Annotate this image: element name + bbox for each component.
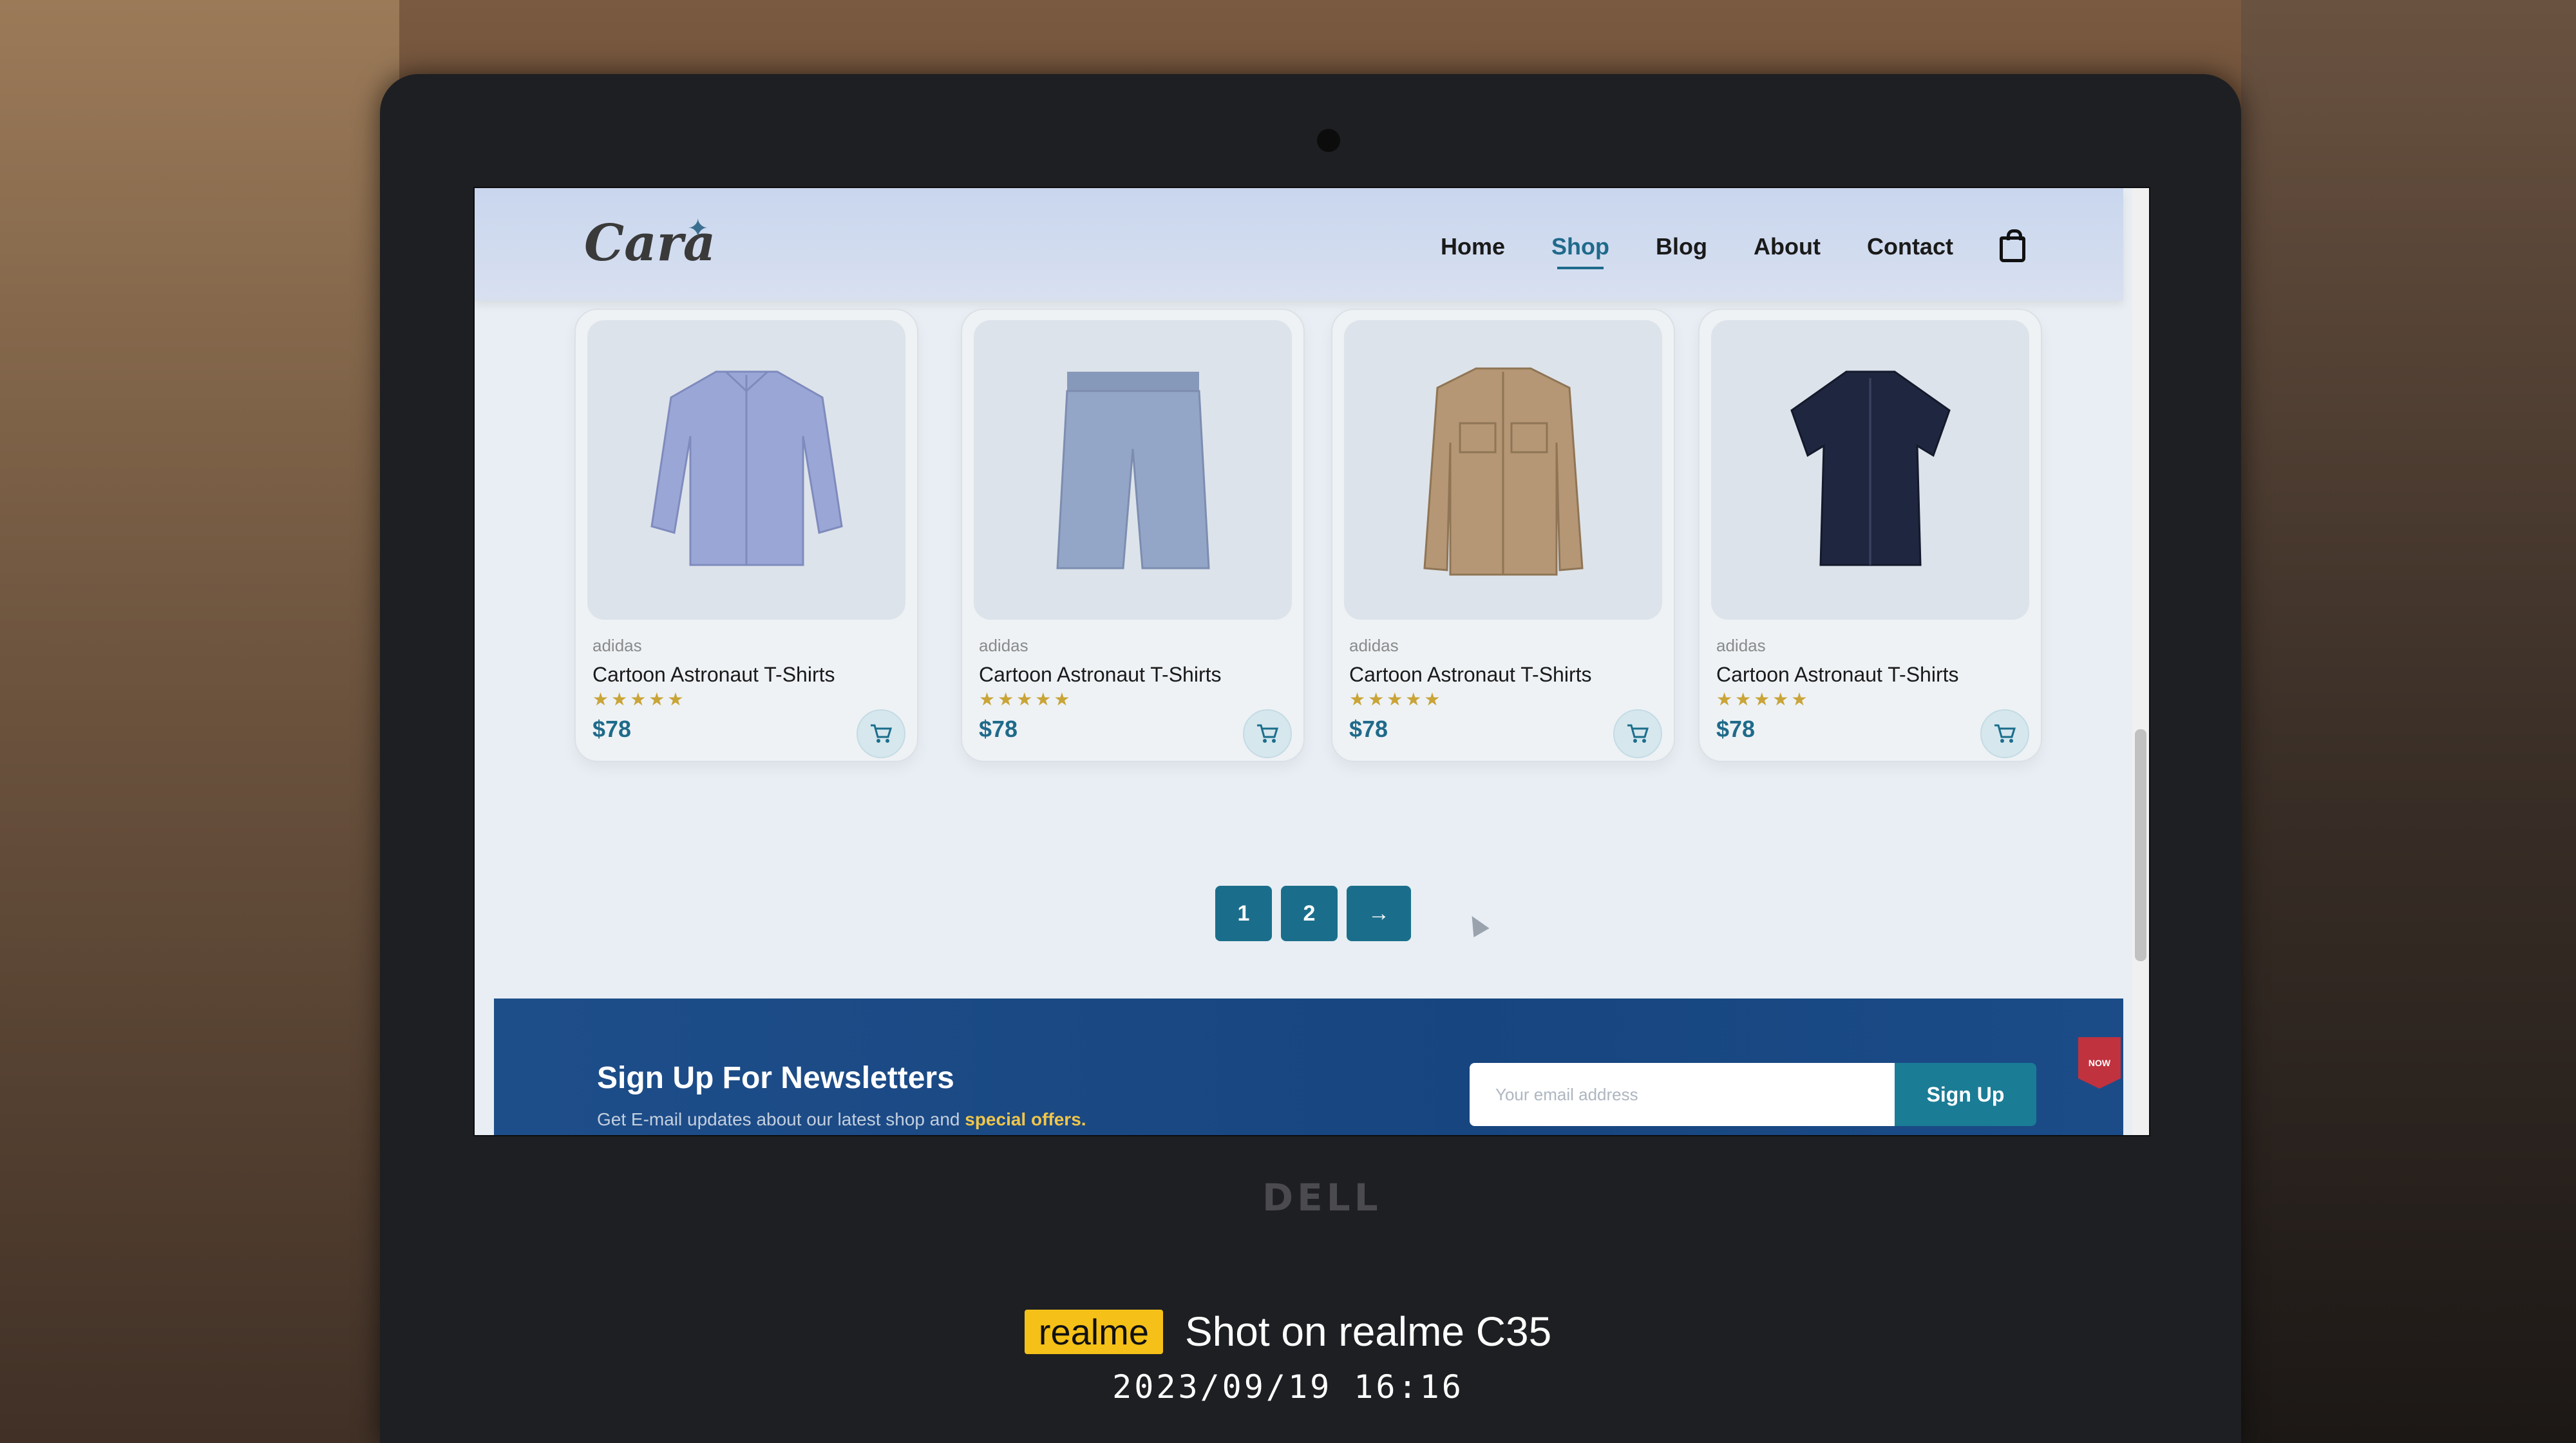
cart-icon xyxy=(1627,724,1649,743)
product-price: $78 xyxy=(592,716,632,742)
logo-leaf-icon: ✦ xyxy=(687,214,709,244)
watermark-text: Shot on realme C35 xyxy=(1184,1308,1552,1355)
newsletter-title: Sign Up For Newsletters xyxy=(597,1061,954,1095)
page-button-2[interactable]: 2 xyxy=(1281,886,1338,941)
cart-icon xyxy=(871,724,893,743)
main-nav: Home Shop Blog About Contact xyxy=(1441,229,2025,269)
dell-logo: DELL xyxy=(1262,1176,1382,1219)
watermark-brand: realme xyxy=(1024,1309,1163,1354)
camera-watermark: realme Shot on realme C35 2023/09/19 16:… xyxy=(0,1308,2576,1406)
product-image[interactable] xyxy=(1344,320,1662,620)
add-to-cart-button[interactable] xyxy=(1243,709,1292,758)
product-image[interactable] xyxy=(974,320,1292,620)
product-card[interactable]: adidas Cartoon Astronaut T-Shirts ★★★★★ … xyxy=(1698,309,2042,762)
webcam xyxy=(1317,129,1340,152)
add-to-cart-button[interactable] xyxy=(1613,709,1662,758)
watermark-datetime: 2023/09/19 16:16 xyxy=(1112,1368,1464,1406)
product-brand: adidas xyxy=(592,636,642,655)
product-brand: adidas xyxy=(1349,636,1399,655)
site-header: Cara ✦ Home Shop Blog About Contact xyxy=(475,188,2123,301)
product-brand: adidas xyxy=(979,636,1028,655)
laptop-bezel: Cara ✦ Home Shop Blog About Contact adid… xyxy=(380,74,2241,1443)
newsletter-subtitle: Get E-mail updates about our latest shop… xyxy=(597,1109,1086,1130)
product-rating-stars: ★★★★★ xyxy=(1349,689,1443,710)
subscribe-now-badge[interactable]: NOW xyxy=(2078,1037,2121,1089)
nav-contact[interactable]: Contact xyxy=(1867,233,1953,260)
product-brand: adidas xyxy=(1716,636,1766,655)
product-card[interactable]: adidas Cartoon Astronaut T-Shirts ★★★★★ … xyxy=(961,309,1305,762)
next-page-button[interactable]: → xyxy=(1347,886,1411,941)
product-name: Cartoon Astronaut T-Shirts xyxy=(1349,663,1592,686)
mouse-pointer-icon xyxy=(1464,912,1490,937)
pagination: 1 2 → xyxy=(1215,886,1411,941)
nav-about[interactable]: About xyxy=(1754,233,1821,260)
newsletter-signup-button[interactable]: Sign Up xyxy=(1895,1063,2036,1126)
browser-viewport: Cara ✦ Home Shop Blog About Contact adid… xyxy=(473,187,2150,1136)
newsletter-subtitle-accent: special offers. xyxy=(965,1109,1086,1129)
product-name: Cartoon Astronaut T-Shirts xyxy=(979,663,1222,686)
cart-icon xyxy=(1994,724,2016,743)
product-grid: adidas Cartoon Astronaut T-Shirts ★★★★★ … xyxy=(574,301,2042,771)
product-rating-stars: ★★★★★ xyxy=(979,689,1073,710)
product-rating-stars: ★★★★★ xyxy=(592,689,687,710)
nav-home[interactable]: Home xyxy=(1441,233,1505,260)
product-card[interactable]: adidas Cartoon Astronaut T-Shirts ★★★★★ … xyxy=(574,309,918,762)
page-button-1[interactable]: 1 xyxy=(1215,886,1272,941)
product-rating-stars: ★★★★★ xyxy=(1716,689,1810,710)
nav-shop[interactable]: Shop xyxy=(1551,233,1609,269)
product-price: $78 xyxy=(1349,716,1388,742)
product-image[interactable] xyxy=(1711,320,2029,620)
background-wall-right xyxy=(2241,0,2576,1443)
newsletter-subtitle-text: Get E-mail updates about our latest shop… xyxy=(597,1109,960,1129)
product-price: $78 xyxy=(979,716,1018,742)
product-name: Cartoon Astronaut T-Shirts xyxy=(1716,663,1959,686)
page-scrollbar[interactable] xyxy=(2132,188,2149,1135)
cart-icon xyxy=(1257,724,1279,743)
product-card[interactable]: adidas Cartoon Astronaut T-Shirts ★★★★★ … xyxy=(1331,309,1675,762)
product-name: Cartoon Astronaut T-Shirts xyxy=(592,663,835,686)
newsletter-email-input[interactable] xyxy=(1470,1063,1895,1126)
nav-blog[interactable]: Blog xyxy=(1656,233,1707,260)
product-image[interactable] xyxy=(587,320,905,620)
background-wall-left xyxy=(0,0,399,1443)
product-price: $78 xyxy=(1716,716,1756,742)
newsletter-section: Sign Up For Newsletters Get E-mail updat… xyxy=(494,999,2123,1135)
add-to-cart-button[interactable] xyxy=(1980,709,2029,758)
add-to-cart-button[interactable] xyxy=(857,709,905,758)
shopping-bag-icon[interactable] xyxy=(1999,229,2025,262)
scrollbar-thumb[interactable] xyxy=(2135,729,2146,961)
